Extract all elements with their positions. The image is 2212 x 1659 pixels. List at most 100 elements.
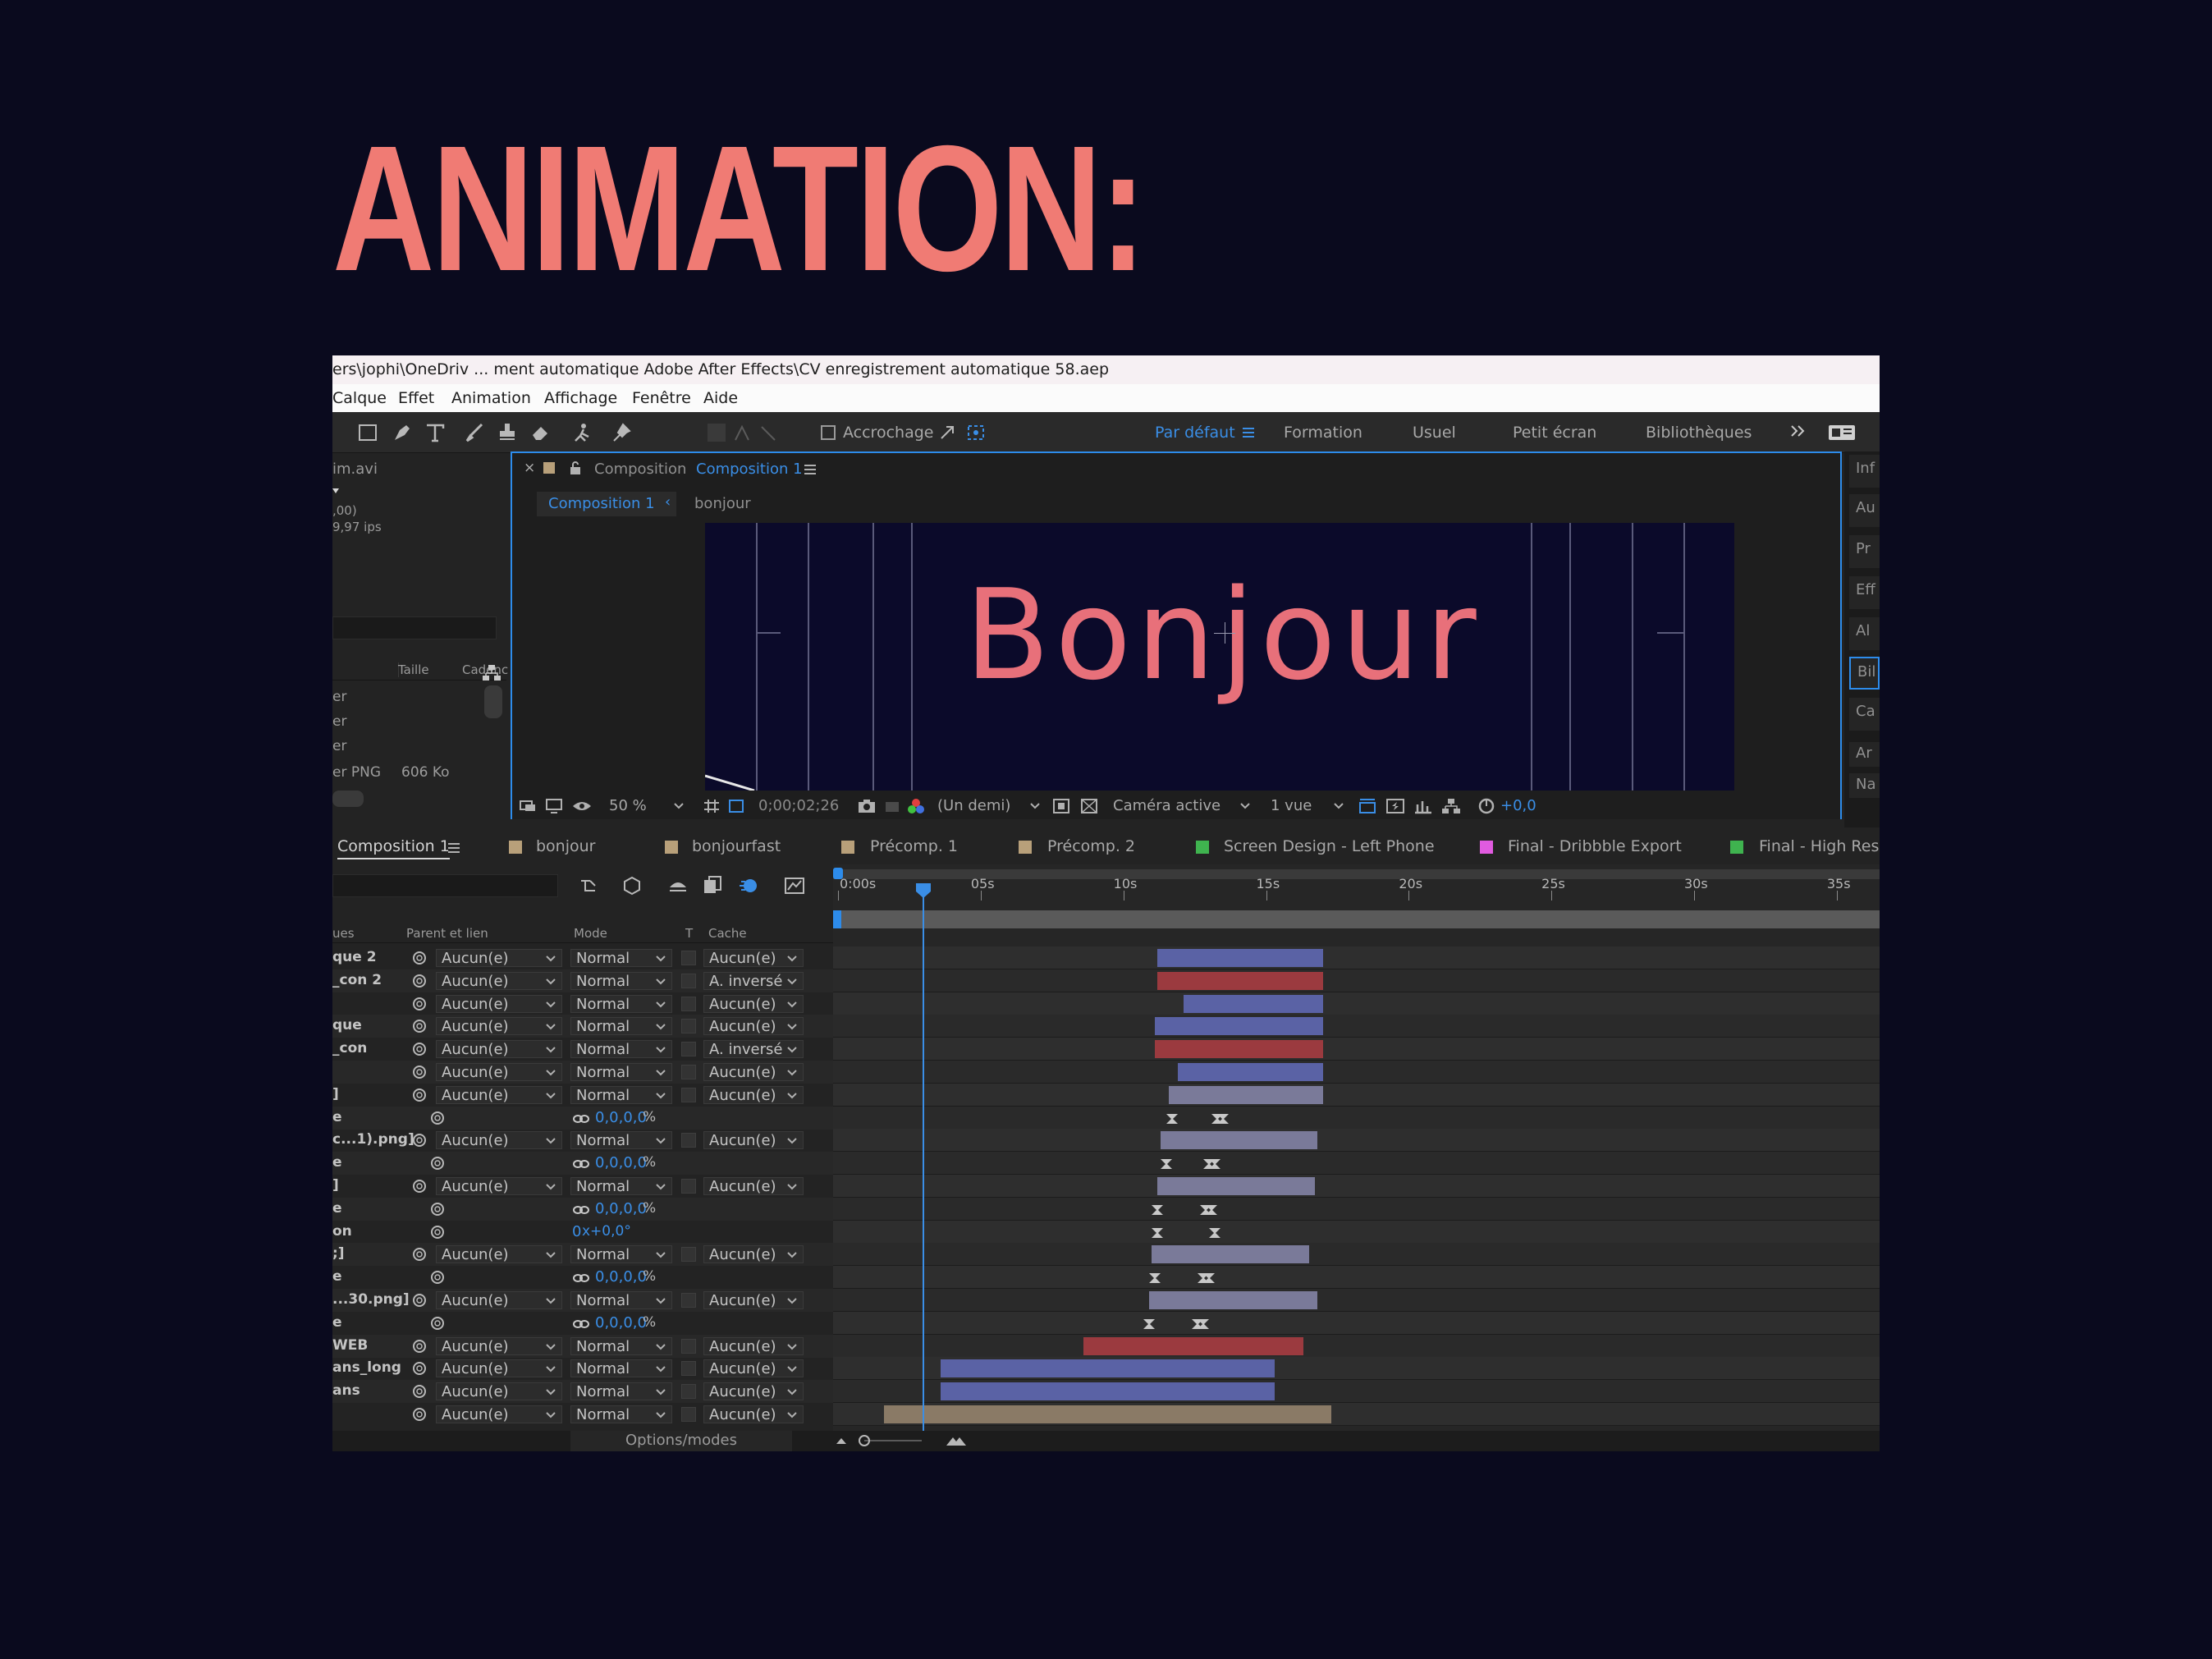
- timeline-track[interactable]: [833, 969, 1880, 992]
- project-item[interactable]: er: [332, 710, 497, 735]
- track-matte-dropdown[interactable]: Aucun(e): [703, 1177, 804, 1195]
- pickwhip-icon[interactable]: [411, 1178, 428, 1194]
- exposure-value[interactable]: +0,0: [1500, 797, 1536, 814]
- zoom-slider[interactable]: [858, 1432, 923, 1449]
- camera-dropdown[interactable]: Caméra active: [1113, 797, 1220, 814]
- layer-row[interactable]: ...30.png] Aucun(e) Normal Aucun(e): [332, 1289, 833, 1312]
- comp-mini-flowchart-icon[interactable]: [579, 876, 602, 896]
- blend-mode-dropdown[interactable]: Normal: [570, 1336, 672, 1355]
- layer-name[interactable]: e: [332, 1268, 342, 1285]
- property-row[interactable]: e 0,0,0,0%: [332, 1197, 833, 1221]
- workspace-bibliotheques[interactable]: Bibliothèques: [1646, 424, 1752, 442]
- zoom-out-icon[interactable]: [835, 1435, 848, 1446]
- project-scrollbar[interactable]: [484, 685, 502, 718]
- track-matte-dropdown[interactable]: A. inversé: [703, 1040, 804, 1059]
- pickwhip-icon[interactable]: [429, 1269, 446, 1285]
- track-matte-dropdown[interactable]: Aucun(e): [703, 1382, 804, 1401]
- layer-row[interactable]: ans Aucun(e) Normal Aucun(e): [332, 1380, 833, 1404]
- layer-search-input[interactable]: [332, 874, 558, 897]
- parent-dropdown[interactable]: Aucun(e): [436, 1245, 562, 1264]
- pickwhip-icon[interactable]: [411, 1132, 428, 1148]
- blend-mode-dropdown[interactable]: Normal: [570, 1085, 672, 1104]
- workspace-petit-ecran[interactable]: Petit écran: [1513, 424, 1596, 442]
- preserve-transparency-checkbox[interactable]: [681, 1133, 696, 1148]
- menu-affichage[interactable]: Affichage: [544, 384, 617, 412]
- tab-bonjour[interactable]: bonjour: [536, 837, 595, 855]
- layer-name[interactable]: e: [332, 1314, 342, 1331]
- chevron-down-icon[interactable]: [1239, 801, 1251, 811]
- layer-duration-bar[interactable]: [883, 1405, 1332, 1423]
- menu-aide[interactable]: Aide: [703, 384, 738, 412]
- tab-bonjourfast[interactable]: bonjourfast: [692, 837, 781, 855]
- layer-duration-bar[interactable]: [941, 1359, 1275, 1378]
- options-modes-toggle[interactable]: Options/modes: [570, 1431, 792, 1451]
- timeline-track[interactable]: [833, 1220, 1880, 1244]
- pen-tool-icon[interactable]: [392, 422, 413, 443]
- timeline-track[interactable]: [833, 1129, 1880, 1153]
- timeline-track[interactable]: [833, 1311, 1880, 1335]
- pickwhip-icon[interactable]: [411, 1087, 428, 1103]
- composition-canvas[interactable]: Bonjour: [705, 523, 1734, 791]
- layer-row[interactable]: Aucun(e) Normal Aucun(e): [332, 1403, 833, 1426]
- layer-row[interactable]: _con Aucun(e) Normal A. inversé: [332, 1038, 833, 1061]
- layer-name[interactable]: que: [332, 1017, 362, 1033]
- pickwhip-icon[interactable]: [411, 996, 428, 1012]
- pickwhip-icon[interactable]: [411, 1064, 428, 1080]
- column-matte[interactable]: Cache: [708, 926, 747, 941]
- timeline-track[interactable]: [833, 1334, 1880, 1358]
- constrain-proportions-icon[interactable]: [572, 1158, 590, 1170]
- workspace-menu-icon[interactable]: [1241, 426, 1256, 439]
- timeline-track[interactable]: [833, 1380, 1880, 1404]
- pickwhip-icon[interactable]: [429, 1110, 446, 1126]
- project-item[interactable]: er: [332, 735, 497, 759]
- property-row[interactable]: e 0,0,0,0%: [332, 1106, 833, 1130]
- layer-duration-bar[interactable]: [1177, 1063, 1324, 1081]
- parent-dropdown[interactable]: Aucun(e): [436, 1336, 562, 1355]
- parent-dropdown[interactable]: Aucun(e): [436, 1131, 562, 1150]
- timeline-track[interactable]: [833, 1061, 1880, 1084]
- keyframe-icon[interactable]: [1208, 1227, 1221, 1239]
- timeline-track[interactable]: [833, 1243, 1880, 1267]
- preserve-transparency-checkbox[interactable]: [681, 1361, 696, 1377]
- parent-dropdown[interactable]: Aucun(e): [436, 1359, 562, 1378]
- frame-blending-icon[interactable]: [702, 875, 723, 896]
- timeline-track[interactable]: [833, 1106, 1880, 1130]
- preserve-transparency-checkbox[interactable]: [681, 996, 696, 1011]
- keyframe-icon[interactable]: [1148, 1272, 1161, 1284]
- layer-duration-bar[interactable]: [1148, 1291, 1318, 1309]
- property-row[interactable]: e 0,0,0,0%: [332, 1266, 833, 1289]
- workspace-formation[interactable]: Formation: [1284, 424, 1362, 442]
- track-matte-dropdown[interactable]: Aucun(e): [703, 949, 804, 967]
- pickwhip-icon[interactable]: [411, 1292, 428, 1308]
- timeline-track[interactable]: [833, 1403, 1880, 1426]
- property-row[interactable]: e 0,0,0,0%: [332, 1152, 833, 1176]
- layer-duration-bar[interactable]: [1183, 994, 1324, 1013]
- layer-row[interactable]: ;] Aucun(e) Normal Aucun(e): [332, 1243, 833, 1267]
- layer-duration-bar[interactable]: [1157, 1177, 1315, 1195]
- track-matte-dropdown[interactable]: Aucun(e): [703, 1017, 804, 1036]
- search-help-icon[interactable]: [1828, 424, 1856, 442]
- panel-audio[interactable]: Au: [1849, 494, 1880, 527]
- panel-na[interactable]: Na: [1849, 773, 1880, 798]
- layer-name[interactable]: ]: [332, 1086, 339, 1102]
- track-matte-dropdown[interactable]: A. inversé: [703, 971, 804, 990]
- column-t[interactable]: T: [685, 926, 693, 941]
- timeline-track[interactable]: [833, 1197, 1880, 1221]
- snap-expand-icon[interactable]: [938, 424, 958, 442]
- pickwhip-icon[interactable]: [429, 1224, 446, 1240]
- blend-mode-dropdown[interactable]: Normal: [570, 1017, 672, 1036]
- project-item[interactable]: er: [332, 685, 497, 710]
- layer-row[interactable]: que Aucun(e) Normal Aucun(e): [332, 1015, 833, 1038]
- keyframe-icon[interactable]: [1160, 1158, 1173, 1170]
- mask-visibility-icon[interactable]: [571, 798, 593, 814]
- preserve-transparency-checkbox[interactable]: [681, 1179, 696, 1194]
- preserve-transparency-checkbox[interactable]: [681, 1407, 696, 1422]
- comp-flowchart-icon[interactable]: [1441, 798, 1461, 814]
- toggle-pixel-aspect-icon[interactable]: [1358, 798, 1377, 814]
- project-search-input[interactable]: [332, 616, 497, 639]
- parent-dropdown[interactable]: Aucun(e): [436, 1291, 562, 1309]
- comp-panel-name[interactable]: Composition 1: [696, 461, 803, 478]
- fast-previews-icon[interactable]: [1385, 798, 1405, 814]
- keyframe-icon[interactable]: [1143, 1318, 1156, 1330]
- workspace-usuel[interactable]: Usuel: [1413, 424, 1456, 442]
